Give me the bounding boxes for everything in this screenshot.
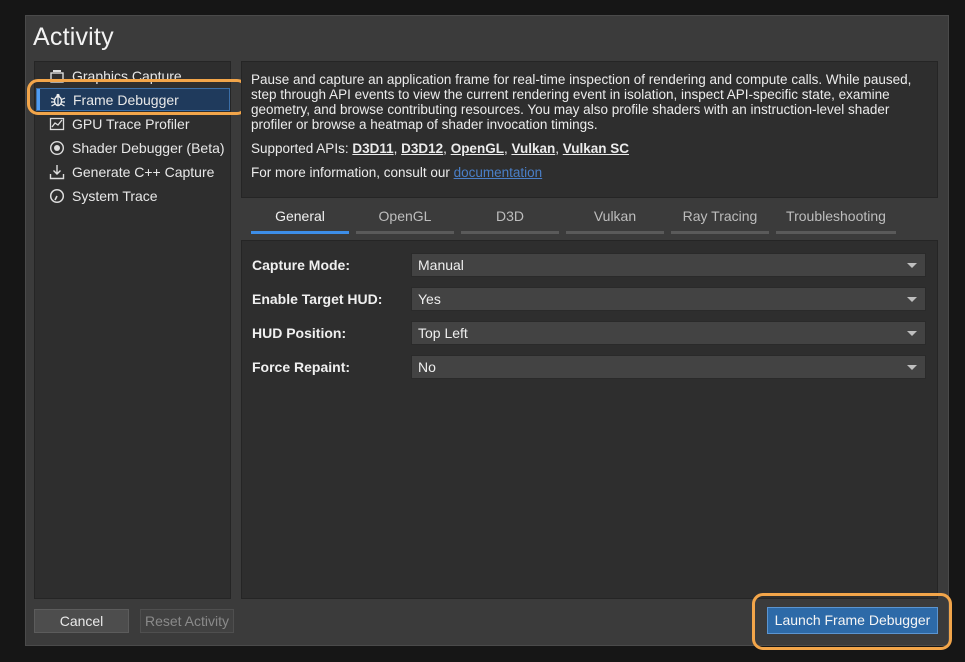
dialog-title: Activity (33, 23, 114, 51)
force-repaint-label: Force Repaint: (252, 359, 351, 375)
more-info-line: For more information, consult our docume… (251, 165, 928, 180)
settings-tabs: General OpenGL D3D Vulkan Ray Tracing Tr… (241, 206, 938, 234)
enable-target-hud-value: Yes (418, 291, 441, 307)
tab-opengl[interactable]: OpenGL (356, 206, 454, 234)
sidebar-item-graphics-capture[interactable]: Graphics Capture (36, 64, 230, 87)
sidebar-item-gpu-trace-profiler[interactable]: GPU Trace Profiler (36, 112, 230, 135)
capture-mode-value: Manual (418, 257, 464, 273)
tab-general[interactable]: General (251, 206, 349, 234)
reset-activity-button[interactable]: Reset Activity (140, 609, 234, 633)
enable-target-hud-select[interactable]: Yes (411, 287, 926, 311)
more-info-label: For more information, consult our (251, 165, 450, 180)
setting-row-capture-mode: Capture Mode: Manual (252, 253, 926, 279)
chevron-down-icon (907, 365, 917, 370)
force-repaint-select[interactable]: No (411, 355, 926, 379)
sidebar-item-label: GPU Trace Profiler (72, 115, 190, 132)
hud-position-label: HUD Position: (252, 325, 347, 341)
launch-frame-debugger-button[interactable]: Launch Frame Debugger (767, 607, 938, 634)
setting-row-force-repaint: Force Repaint: No (252, 355, 926, 381)
sidebar-item-label: System Trace (72, 187, 158, 204)
activity-description-panel: Pause and capture an application frame f… (241, 61, 938, 198)
setting-row-hud-position: HUD Position: Top Left (252, 321, 926, 347)
sidebar-item-label: Frame Debugger (73, 91, 179, 108)
stopwatch-icon (44, 188, 70, 204)
cancel-button[interactable]: Cancel (34, 609, 129, 633)
trace-chart-icon (44, 116, 70, 132)
sidebar-item-shader-debugger[interactable]: Shader Debugger (Beta) (36, 136, 230, 159)
chevron-down-icon (907, 297, 917, 302)
sidebar-item-label: Graphics Capture (72, 67, 182, 84)
api-vulkan: Vulkan (511, 141, 556, 156)
tab-vulkan[interactable]: Vulkan (566, 206, 664, 234)
chevron-down-icon (907, 331, 917, 336)
tab-ray-tracing[interactable]: Ray Tracing (671, 206, 769, 234)
camera-capture-icon (44, 68, 70, 84)
hud-position-value: Top Left (418, 325, 468, 341)
record-circle-icon (44, 140, 70, 156)
api-opengl: OpenGL (450, 141, 504, 156)
api-d3d11: D3D11 (352, 141, 394, 156)
supported-apis-label: Supported APIs: (251, 141, 349, 156)
tab-d3d[interactable]: D3D (461, 206, 559, 234)
activity-description: Pause and capture an application frame f… (251, 72, 912, 132)
activity-dialog: Activity Graphics Capture Frame Debugger… (25, 15, 952, 650)
chevron-down-icon (907, 263, 917, 268)
sidebar-item-system-trace[interactable]: System Trace (36, 184, 230, 207)
supported-apis: Supported APIs: D3D11, D3D12, OpenGL, Vu… (251, 141, 630, 156)
sidebar-item-label: Generate C++ Capture (72, 163, 215, 180)
hud-position-select[interactable]: Top Left (411, 321, 926, 345)
bug-icon (45, 92, 71, 108)
enable-target-hud-label: Enable Target HUD: (252, 291, 383, 307)
activity-sidebar: Graphics Capture Frame Debugger GPU Trac… (27, 61, 248, 599)
sidebar-item-frame-debugger[interactable]: Frame Debugger (36, 88, 230, 111)
general-settings-panel: Capture Mode: Manual Enable Target HUD: … (241, 240, 938, 599)
capture-mode-select[interactable]: Manual (411, 253, 926, 277)
tab-troubleshooting[interactable]: Troubleshooting (776, 206, 896, 234)
sidebar-item-label: Shader Debugger (Beta) (72, 139, 225, 156)
api-vulkan-sc: Vulkan SC (562, 141, 630, 156)
download-tray-icon (44, 164, 70, 180)
setting-row-enable-target-hud: Enable Target HUD: Yes (252, 287, 926, 313)
api-d3d12: D3D12 (401, 141, 444, 156)
force-repaint-value: No (418, 359, 436, 375)
capture-mode-label: Capture Mode: (252, 257, 350, 273)
documentation-link[interactable]: documentation (454, 165, 543, 180)
sidebar-item-generate-cpp-capture[interactable]: Generate C++ Capture (36, 160, 230, 183)
